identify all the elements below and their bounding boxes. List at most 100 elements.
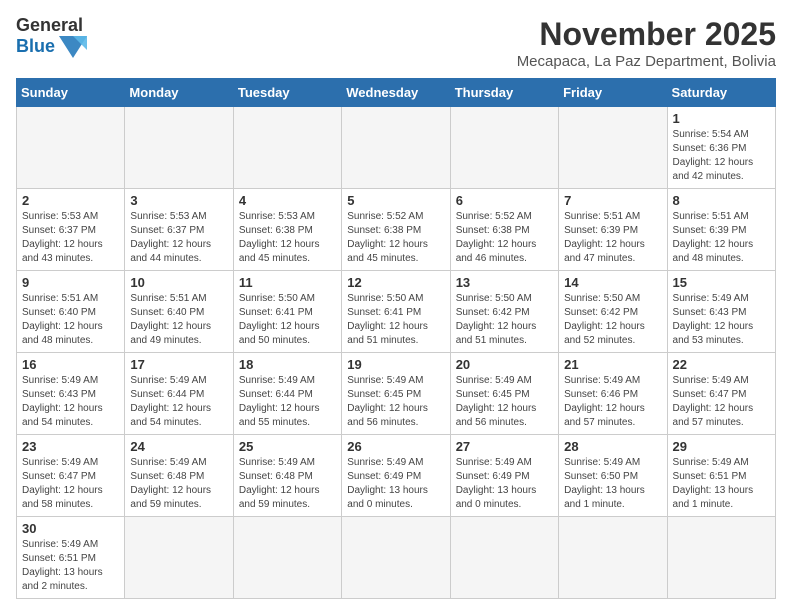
week-row-1: 1 Sunrise: 5:54 AM Sunset: 6:36 PM Daylig…: [17, 107, 776, 189]
calendar-cell: 12 Sunrise: 5:50 AM Sunset: 6:41 PM Dayli…: [342, 271, 450, 353]
calendar-cell: 11Sunrise: 5:50 AM Sunset: 6:41 PM Dayli…: [233, 271, 341, 353]
calendar-cell: [17, 107, 125, 189]
day-number: 26: [347, 439, 444, 454]
subtitle: Mecapaca, La Paz Department, Bolivia: [517, 53, 776, 70]
day-header-monday: Monday: [125, 79, 233, 107]
calendar-cell: [559, 107, 667, 189]
day-number: 20: [456, 357, 553, 372]
calendar-cell: 13 Sunrise: 5:50 AM Sunset: 6:42 PM Dayli…: [450, 271, 558, 353]
day-header-thursday: Thursday: [450, 79, 558, 107]
day-info: Sunrise: 5:53 AM Sunset: 6:37 PM Dayligh…: [130, 210, 227, 266]
day-info: Sunrise: 5:49 AM Sunset: 6:49 PM Dayligh…: [347, 456, 444, 512]
calendar-cell: 24 Sunrise: 5:49 AM Sunset: 6:48 PM Dayli…: [125, 435, 233, 517]
day-info: Sunrise: 5:49 AM Sunset: 6:48 PM Dayligh…: [130, 456, 227, 512]
day-number: 4: [239, 193, 336, 208]
calendar-cell: [667, 517, 775, 599]
day-number: 16: [22, 357, 119, 372]
calendar-cell: 29 Sunrise: 5:49 AM Sunset: 6:51 PM Dayli…: [667, 435, 775, 517]
day-number: 24: [130, 439, 227, 454]
calendar-cell: [450, 517, 558, 599]
calendar-table: SundayMondayTuesdayWednesdayThursdayFrid…: [16, 78, 776, 599]
calendar-cell: 26 Sunrise: 5:49 AM Sunset: 6:49 PM Dayli…: [342, 435, 450, 517]
day-number: 9: [22, 275, 119, 290]
calendar-cell: [450, 107, 558, 189]
day-info: Sunrise: 5:49 AM Sunset: 6:45 PM Dayligh…: [347, 374, 444, 430]
logo-triangle-icon: [59, 36, 87, 58]
calendar-cell: 10Sunrise: 5:51 AM Sunset: 6:40 PM Dayli…: [125, 271, 233, 353]
day-info: Sunrise: 5:51 AM Sunset: 6:40 PM Dayligh…: [130, 292, 227, 348]
week-row-4: 16 Sunrise: 5:49 AM Sunset: 6:43 PM Dayli…: [17, 353, 776, 435]
day-info: Sunrise: 5:52 AM Sunset: 6:38 PM Dayligh…: [347, 210, 444, 266]
calendar-cell: 7Sunrise: 5:51 AM Sunset: 6:39 PM Daylig…: [559, 189, 667, 271]
day-info: Sunrise: 5:54 AM Sunset: 6:36 PM Dayligh…: [673, 128, 770, 184]
day-info: Sunrise: 5:50 AM Sunset: 6:42 PM Dayligh…: [456, 292, 553, 348]
calendar-cell: 5 Sunrise: 5:52 AM Sunset: 6:38 PM Daylig…: [342, 189, 450, 271]
day-info: Sunrise: 5:49 AM Sunset: 6:51 PM Dayligh…: [22, 538, 119, 594]
calendar-cell: 22Sunrise: 5:49 AM Sunset: 6:47 PM Dayli…: [667, 353, 775, 435]
day-info: Sunrise: 5:49 AM Sunset: 6:44 PM Dayligh…: [239, 374, 336, 430]
day-number: 13: [456, 275, 553, 290]
calendar-cell: 3 Sunrise: 5:53 AM Sunset: 6:37 PM Daylig…: [125, 189, 233, 271]
header: General Blue November 2025 Mecapaca, La …: [16, 16, 776, 70]
day-number: 11: [239, 275, 336, 290]
calendar-cell: [559, 517, 667, 599]
day-info: Sunrise: 5:51 AM Sunset: 6:39 PM Dayligh…: [673, 210, 770, 266]
day-info: Sunrise: 5:49 AM Sunset: 6:51 PM Dayligh…: [673, 456, 770, 512]
week-row-3: 9 Sunrise: 5:51 AM Sunset: 6:40 PM Daylig…: [17, 271, 776, 353]
calendar-cell: [342, 517, 450, 599]
day-number: 29: [673, 439, 770, 454]
day-info: Sunrise: 5:50 AM Sunset: 6:41 PM Dayligh…: [347, 292, 444, 348]
day-number: 1: [673, 111, 770, 126]
day-number: 17: [130, 357, 227, 372]
day-number: 25: [239, 439, 336, 454]
day-header-friday: Friday: [559, 79, 667, 107]
day-info: Sunrise: 5:49 AM Sunset: 6:43 PM Dayligh…: [22, 374, 119, 430]
day-number: 28: [564, 439, 661, 454]
day-info: Sunrise: 5:49 AM Sunset: 6:49 PM Dayligh…: [456, 456, 553, 512]
title-area: November 2025 Mecapaca, La Paz Departmen…: [517, 16, 776, 70]
calendar-cell: [233, 107, 341, 189]
calendar-cell: [342, 107, 450, 189]
calendar-cell: 20 Sunrise: 5:49 AM Sunset: 6:45 PM Dayli…: [450, 353, 558, 435]
calendar-cell: 15Sunrise: 5:49 AM Sunset: 6:43 PM Dayli…: [667, 271, 775, 353]
day-number: 2: [22, 193, 119, 208]
day-number: 18: [239, 357, 336, 372]
month-title: November 2025: [517, 16, 776, 53]
day-header-tuesday: Tuesday: [233, 79, 341, 107]
logo: General Blue: [16, 16, 87, 58]
days-header-row: SundayMondayTuesdayWednesdayThursdayFrid…: [17, 79, 776, 107]
day-info: Sunrise: 5:52 AM Sunset: 6:38 PM Dayligh…: [456, 210, 553, 266]
day-info: Sunrise: 5:49 AM Sunset: 6:45 PM Dayligh…: [456, 374, 553, 430]
day-info: Sunrise: 5:49 AM Sunset: 6:47 PM Dayligh…: [22, 456, 119, 512]
calendar-cell: [125, 517, 233, 599]
week-row-2: 2 Sunrise: 5:53 AM Sunset: 6:37 PM Daylig…: [17, 189, 776, 271]
calendar-cell: 2Sunrise: 5:53 AM Sunset: 6:37 PM Daylig…: [17, 189, 125, 271]
calendar-cell: 9Sunrise: 5:51 AM Sunset: 6:40 PM Daylig…: [17, 271, 125, 353]
day-info: Sunrise: 5:50 AM Sunset: 6:42 PM Dayligh…: [564, 292, 661, 348]
calendar-cell: 18 Sunrise: 5:49 AM Sunset: 6:44 PM Dayli…: [233, 353, 341, 435]
day-number: 19: [347, 357, 444, 372]
calendar-cell: 17 Sunrise: 5:49 AM Sunset: 6:44 PM Dayli…: [125, 353, 233, 435]
calendar-cell: 6 Sunrise: 5:52 AM Sunset: 6:38 PM Daylig…: [450, 189, 558, 271]
calendar-cell: 23Sunrise: 5:49 AM Sunset: 6:47 PM Dayli…: [17, 435, 125, 517]
calendar-cell: 19 Sunrise: 5:49 AM Sunset: 6:45 PM Dayli…: [342, 353, 450, 435]
calendar-cell: 28 Sunrise: 5:49 AM Sunset: 6:50 PM Dayli…: [559, 435, 667, 517]
logo-general: General: [16, 16, 87, 36]
day-number: 15: [673, 275, 770, 290]
day-info: Sunrise: 5:49 AM Sunset: 6:47 PM Dayligh…: [673, 374, 770, 430]
day-number: 30: [22, 521, 119, 536]
week-row-5: 23Sunrise: 5:49 AM Sunset: 6:47 PM Dayli…: [17, 435, 776, 517]
day-info: Sunrise: 5:49 AM Sunset: 6:50 PM Dayligh…: [564, 456, 661, 512]
day-header-wednesday: Wednesday: [342, 79, 450, 107]
day-number: 12: [347, 275, 444, 290]
day-info: Sunrise: 5:49 AM Sunset: 6:44 PM Dayligh…: [130, 374, 227, 430]
day-number: 6: [456, 193, 553, 208]
day-number: 3: [130, 193, 227, 208]
day-number: 5: [347, 193, 444, 208]
day-header-sunday: Sunday: [17, 79, 125, 107]
day-info: Sunrise: 5:51 AM Sunset: 6:39 PM Dayligh…: [564, 210, 661, 266]
calendar-cell: 14Sunrise: 5:50 AM Sunset: 6:42 PM Dayli…: [559, 271, 667, 353]
calendar-cell: 27Sunrise: 5:49 AM Sunset: 6:49 PM Dayli…: [450, 435, 558, 517]
calendar-cell: 30 Sunrise: 5:49 AM Sunset: 6:51 PM Dayli…: [17, 517, 125, 599]
week-row-6: 30 Sunrise: 5:49 AM Sunset: 6:51 PM Dayli…: [17, 517, 776, 599]
